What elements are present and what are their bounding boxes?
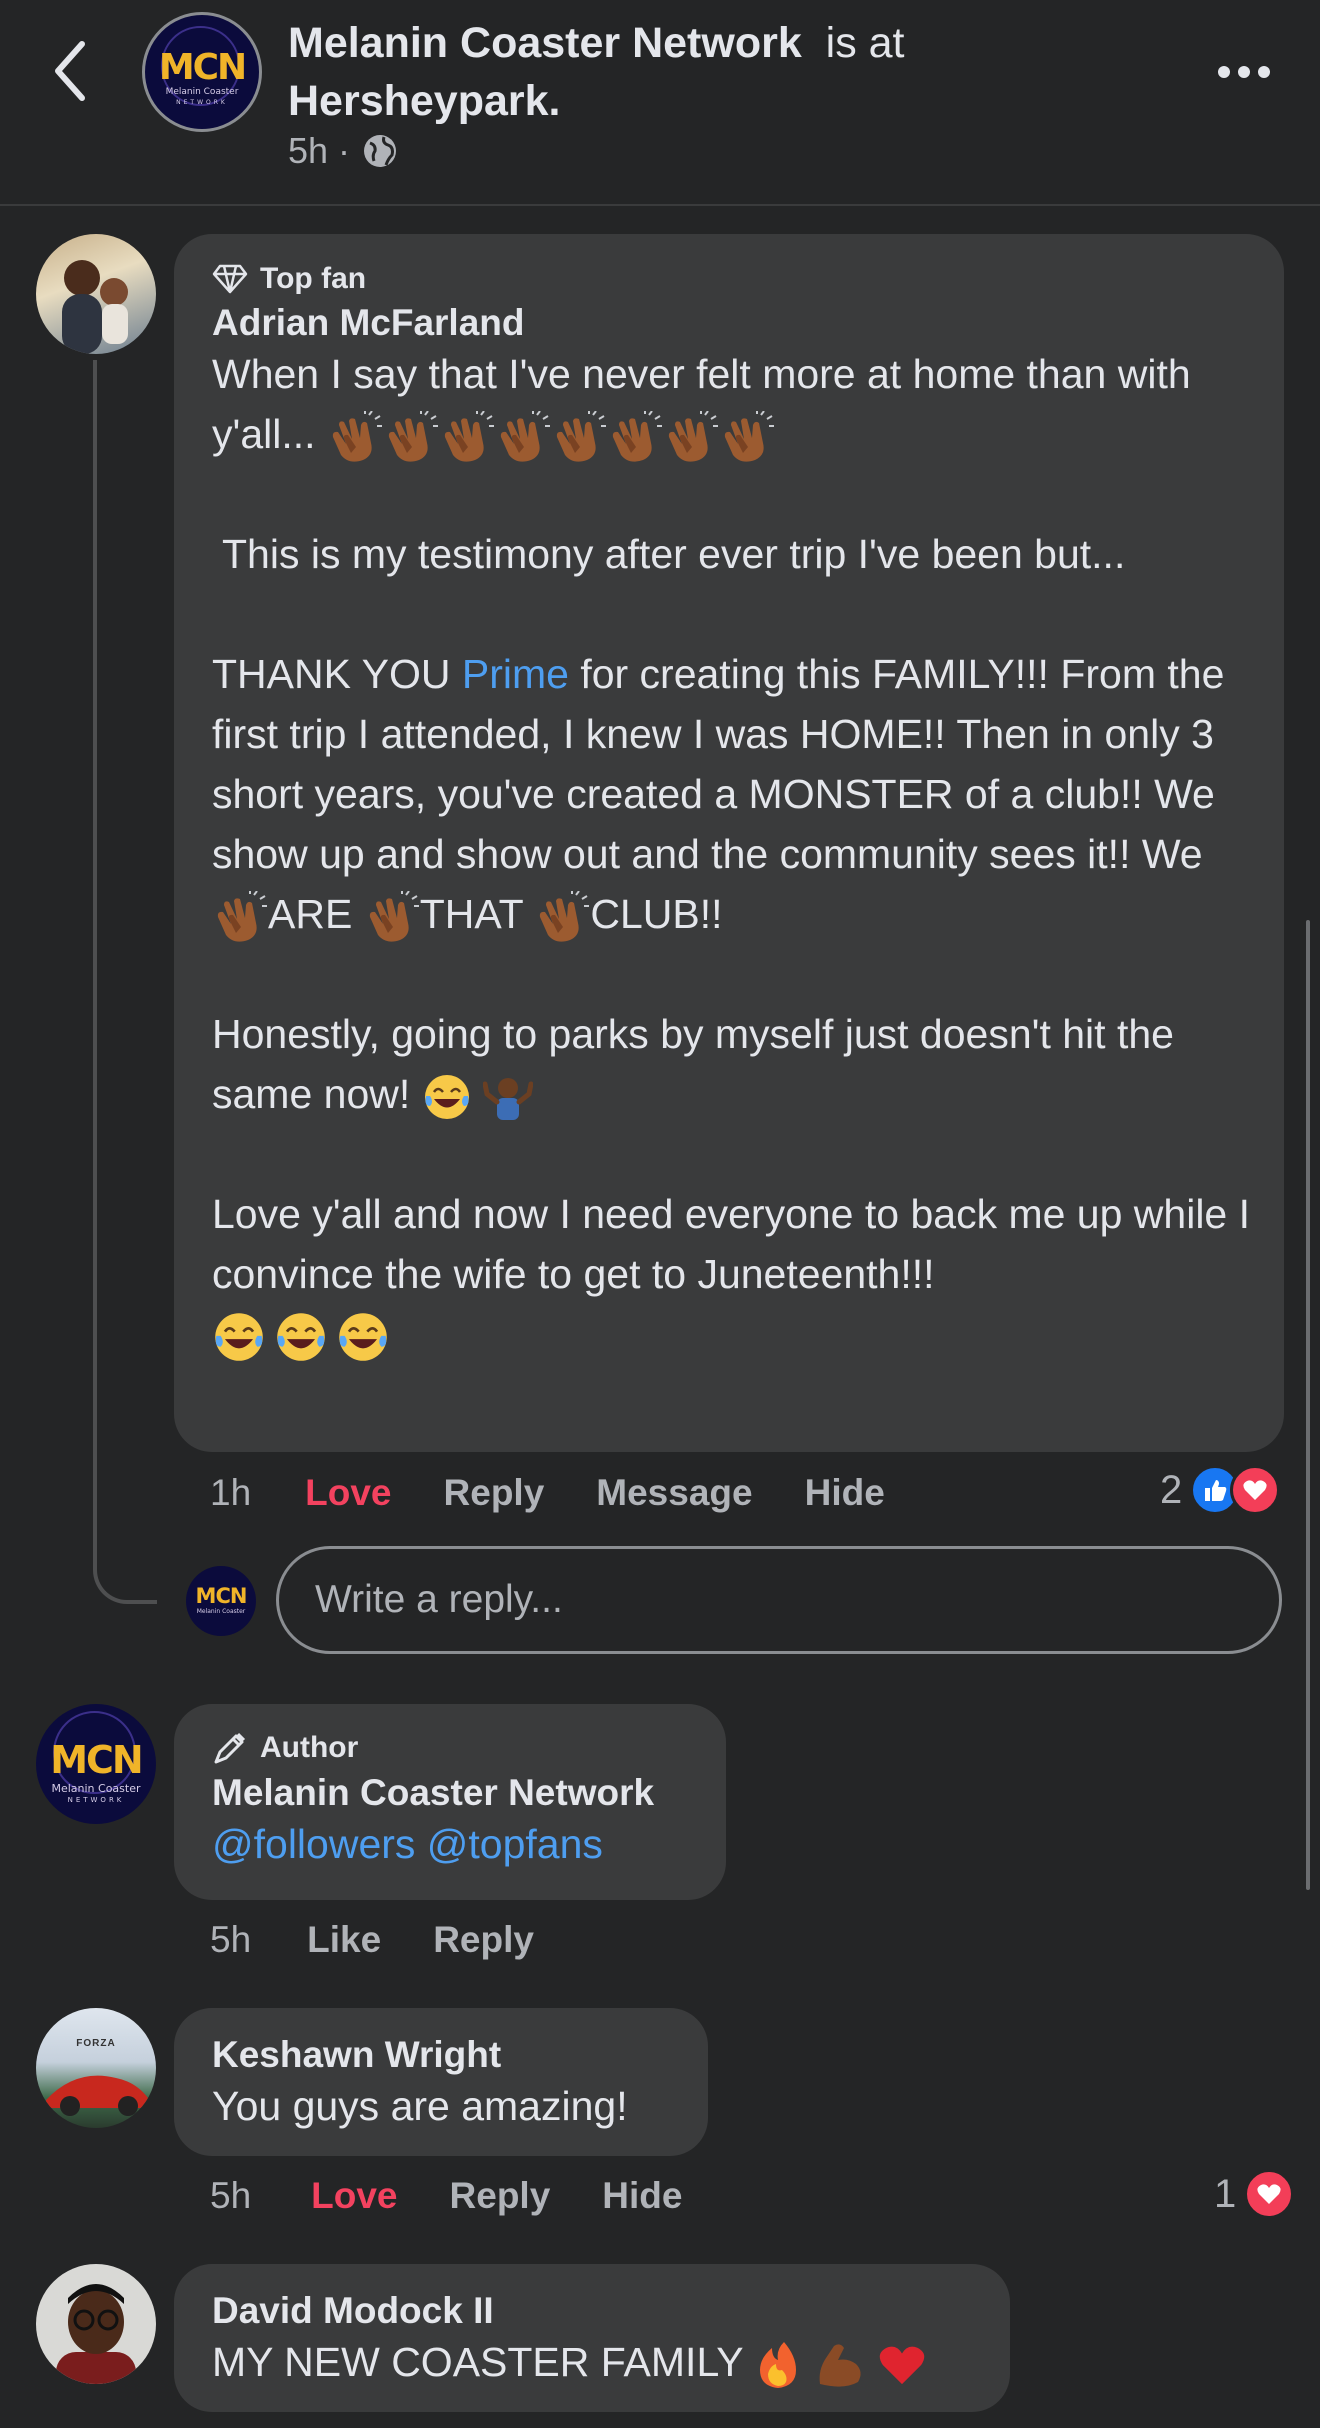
- comment-text-part: ARE: [268, 891, 353, 937]
- is-at-text: is at: [825, 19, 905, 67]
- mcn-logo: MCN Melanin Coaster NETWORK: [145, 15, 259, 129]
- comment-actions: 5h Like Reply: [210, 1912, 534, 1968]
- comment-bubble: Top fan Adrian McFarland When I say that…: [174, 234, 1284, 1452]
- thread-line: [93, 360, 157, 1604]
- shrug-emoji: [483, 1078, 534, 1121]
- reply-input[interactable]: Write a reply...: [276, 1546, 1282, 1654]
- reaction-summary[interactable]: 2: [1160, 1460, 1281, 1520]
- post-time: 5h: [288, 130, 329, 171]
- comment-time: 1h: [210, 1472, 252, 1513]
- avatar-photo: [62, 260, 128, 354]
- mention-link[interactable]: Prime: [462, 651, 569, 697]
- clap-emoji: [327, 411, 383, 463]
- love-button[interactable]: Love: [311, 2175, 397, 2217]
- muscle-emoji: [819, 2344, 861, 2387]
- comment-time: 5h: [210, 1919, 252, 1960]
- more-icon[interactable]: [1218, 52, 1278, 92]
- commenter-name[interactable]: Keshawn Wright: [212, 2034, 688, 2076]
- comment-actions: 5h Love Reply Hide: [210, 2168, 682, 2224]
- hide-button[interactable]: Hide: [805, 1472, 885, 1514]
- clap-emoji: [439, 411, 495, 463]
- comment-text-part: THAT: [419, 891, 523, 937]
- reply-button[interactable]: Reply: [444, 1472, 545, 1514]
- clap-emoji: [607, 411, 663, 463]
- comment-bubble: Keshawn Wright You guys are amazing!: [174, 2008, 708, 2156]
- meta-separator: ·: [338, 130, 351, 171]
- avatar[interactable]: [36, 234, 156, 354]
- reaction-summary[interactable]: 1: [1214, 2164, 1295, 2224]
- clap-emoji: [534, 891, 590, 943]
- comment-bubble: Author Melanin Coaster Network @follower…: [174, 1704, 726, 1900]
- mcn-logo: MCN Melanin Coaster: [195, 1584, 248, 1615]
- page-avatar[interactable]: MCN Melanin Coaster NETWORK: [142, 12, 262, 132]
- love-reaction-icon: [1230, 1465, 1281, 1515]
- post-title: Melanin Coaster Network is at Hersheypar…: [288, 14, 1248, 130]
- badge-label: Top fan: [260, 262, 367, 295]
- reply-avatar: MCN Melanin Coaster: [186, 1566, 256, 1636]
- avatar[interactable]: FORZA: [36, 2008, 156, 2128]
- author-badge: Author: [212, 1730, 706, 1766]
- mcn-logo: MCN Melanin Coaster NETWORK: [36, 1704, 156, 1824]
- clap-emoji: [495, 411, 551, 463]
- love-reaction-icon: [1244, 2169, 1295, 2219]
- comment-bubble: David Modock II MY NEW COASTER FAMILY: [174, 2264, 1010, 2412]
- comment-text-part: MY NEW COASTER FAMILY: [212, 2339, 743, 2385]
- comment-text: When I say that I've never felt more at …: [212, 344, 1254, 1364]
- reply-button[interactable]: Reply: [450, 2175, 551, 2217]
- reply-button[interactable]: Reply: [433, 1919, 534, 1961]
- page-name[interactable]: Melanin Coaster Network: [288, 19, 802, 67]
- top-fan-badge: Top fan: [212, 262, 1254, 296]
- post-meta: 5h ·: [288, 130, 400, 172]
- location-name[interactable]: Hersheypark.: [288, 77, 561, 125]
- reply-placeholder: Write a reply...: [315, 1578, 563, 1621]
- globe-icon: [364, 135, 397, 167]
- comment-actions: 1h Love Reply Message Hide: [210, 1465, 885, 1521]
- laugh-emoji: [212, 1310, 266, 1364]
- mention-link[interactable]: @followers @topfans: [212, 1814, 706, 1874]
- clap-emoji: [383, 411, 439, 463]
- emoji-row: [212, 1304, 1254, 1364]
- comment-paragraph: Love y'all and now I need everyone to ba…: [212, 1191, 1251, 1297]
- back-chevron-icon[interactable]: [46, 36, 96, 106]
- like-button[interactable]: Like: [307, 1919, 381, 1961]
- reaction-count: 1: [1214, 2171, 1237, 2216]
- avatar-photo: [46, 2075, 148, 2116]
- clap-emoji: [212, 891, 268, 943]
- avatar-photo: [56, 2284, 136, 2384]
- laugh-emoji: [274, 1310, 328, 1364]
- comment-time: 5h: [210, 2175, 252, 2216]
- diamond-icon: [212, 264, 248, 294]
- avatar-text: FORZA: [76, 2038, 116, 2049]
- pen-icon: [214, 1732, 246, 1764]
- commenter-name[interactable]: Melanin Coaster Network: [212, 1772, 706, 1814]
- avatar[interactable]: [36, 2264, 156, 2384]
- post-header: MCN Melanin Coaster NETWORK Melanin Coas…: [0, 0, 1320, 206]
- badge-label: Author: [260, 1731, 359, 1764]
- clap-emoji: [719, 411, 775, 463]
- comment-paragraph: This is my testimony after ever trip I'v…: [222, 531, 1126, 577]
- comment-text: MY NEW COASTER FAMILY: [212, 2332, 990, 2392]
- scrollbar[interactable]: [1306, 920, 1310, 1890]
- avatar[interactable]: MCN Melanin Coaster NETWORK: [36, 1704, 156, 1824]
- reaction-count: 2: [1160, 1467, 1183, 1512]
- comment-text-part: CLUB!!: [590, 891, 723, 937]
- comment-text-part: Honestly, going to parks by myself just …: [212, 1011, 1174, 1117]
- hide-button[interactable]: Hide: [602, 2175, 682, 2217]
- clap-emoji: [364, 891, 420, 943]
- comment-text: You guys are amazing!: [212, 2083, 628, 2129]
- commenter-name[interactable]: Adrian McFarland: [212, 302, 1254, 344]
- clap-emoji: [663, 411, 719, 463]
- message-button[interactable]: Message: [596, 1472, 752, 1514]
- comment-paragraph: Honestly, going to parks by myself just …: [212, 1004, 1254, 1124]
- laugh-emoji: [336, 1310, 390, 1364]
- heart-emoji: [879, 2346, 925, 2385]
- comment-paragraph: THANK YOU Prime for creating this FAMILY…: [212, 644, 1254, 944]
- comment-text-part: THANK YOU: [212, 651, 462, 697]
- love-button[interactable]: Love: [305, 1472, 391, 1514]
- commenter-name[interactable]: David Modock II: [212, 2290, 990, 2332]
- laugh-emoji: [422, 1072, 472, 1122]
- clap-emoji: [551, 411, 607, 463]
- fire-emoji: [760, 2342, 797, 2389]
